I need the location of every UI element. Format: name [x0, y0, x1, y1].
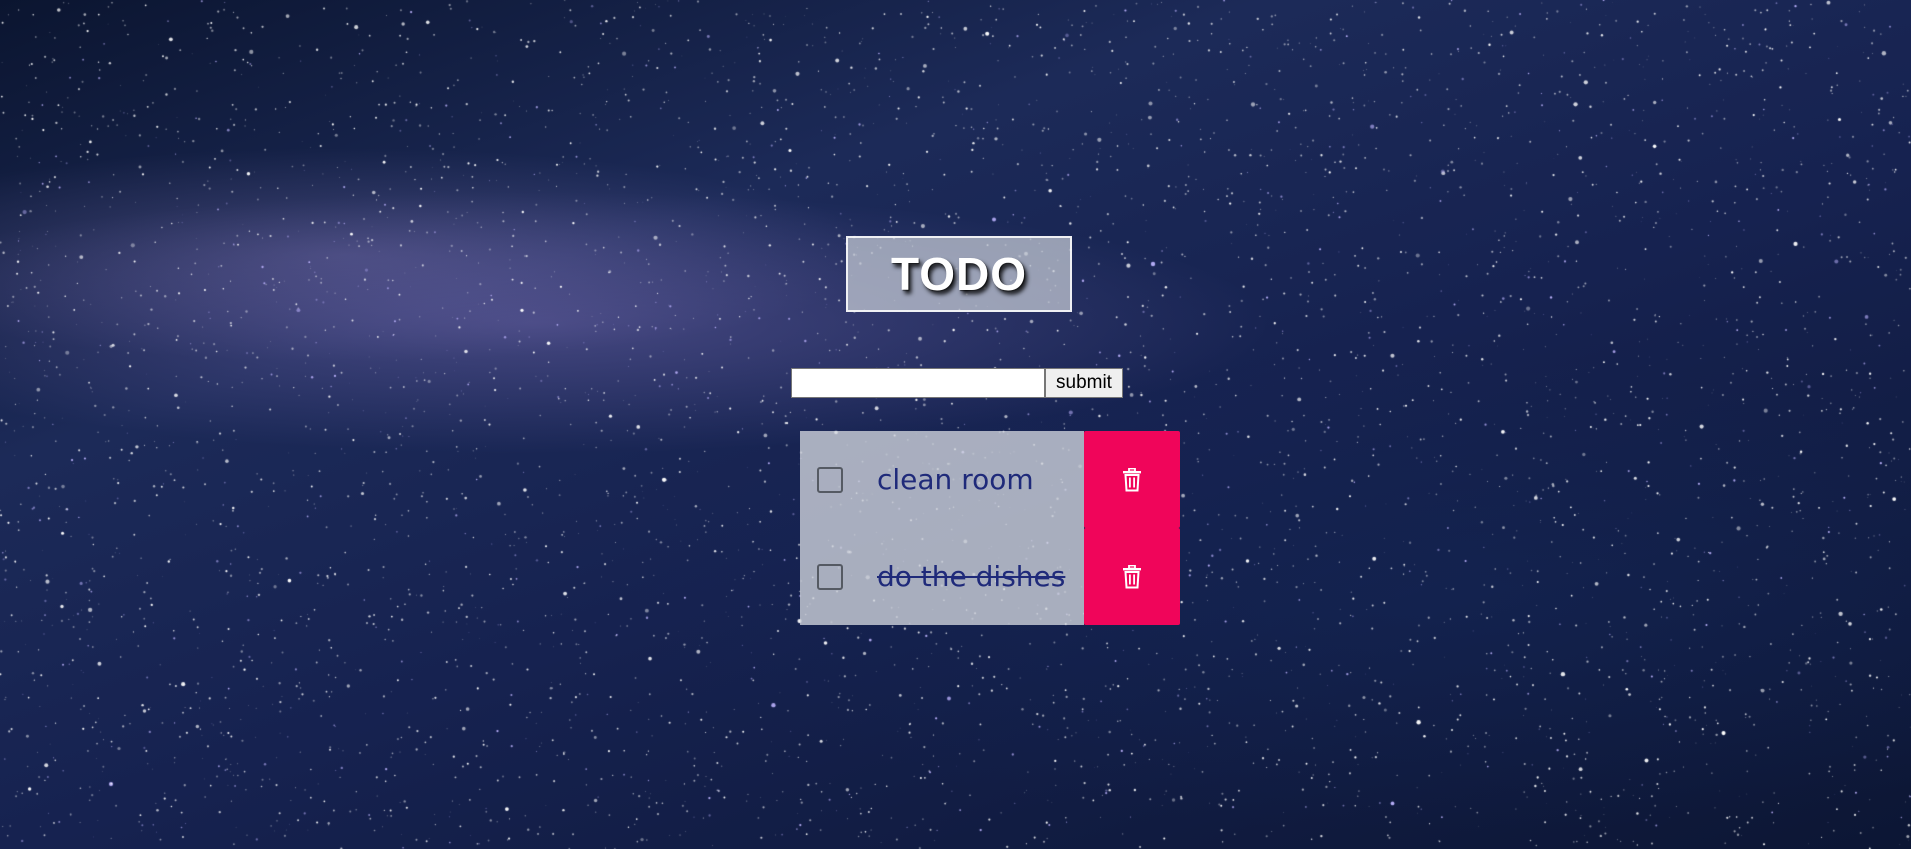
page-title: TODO — [890, 248, 1028, 300]
todo-item: clean room — [800, 431, 1180, 528]
delete-button[interactable] — [1084, 528, 1180, 625]
title-box: TODO — [846, 236, 1072, 312]
todo-item-body: do the dishes — [800, 528, 1084, 625]
delete-button[interactable] — [1084, 431, 1180, 528]
todo-input[interactable] — [791, 368, 1045, 398]
add-todo-form: submit — [791, 368, 1123, 398]
todo-item-text: do the dishes — [877, 560, 1066, 593]
starfield-background — [0, 0, 1911, 849]
trash-icon — [1123, 564, 1141, 588]
todo-item-body: clean room — [800, 431, 1084, 528]
todo-item: do the dishes — [800, 528, 1180, 625]
submit-button[interactable]: submit — [1045, 368, 1123, 398]
checkbox-icon[interactable] — [817, 466, 843, 493]
trash-icon — [1123, 467, 1141, 491]
todo-list: clean room do the dishes — [800, 431, 1180, 625]
todo-item-text: clean room — [877, 463, 1034, 496]
checkbox-icon[interactable] — [817, 563, 843, 590]
